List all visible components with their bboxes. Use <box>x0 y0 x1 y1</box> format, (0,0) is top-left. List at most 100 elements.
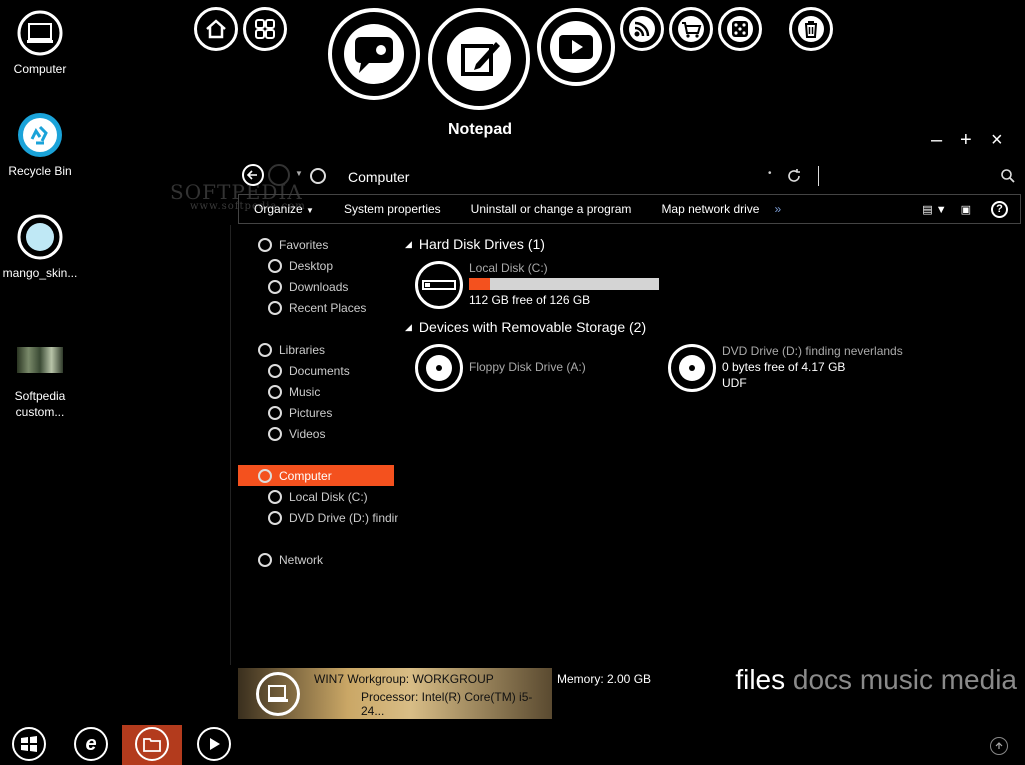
disk-usage-fill <box>469 278 490 290</box>
shop-button[interactable] <box>669 7 713 51</box>
nav-music[interactable]: Music <box>238 381 398 402</box>
address-location[interactable]: Computer <box>348 169 409 185</box>
group-header-hdd[interactable]: ◢ Hard Disk Drives (1) <box>405 236 545 252</box>
drive-floppy[interactable]: Floppy Disk Drive (A:) <box>415 344 586 392</box>
hard-disk-icon <box>415 261 463 309</box>
search-icon[interactable] <box>1000 168 1016 184</box>
chat-button[interactable] <box>328 8 420 100</box>
close-button[interactable]: × <box>991 129 1003 152</box>
dock-active-title: Notepad <box>448 121 512 138</box>
disk-icon <box>268 489 282 504</box>
system-properties-button[interactable]: System properties <box>329 202 456 216</box>
chat-icon <box>344 24 404 84</box>
videos-icon <box>268 426 282 441</box>
games-button[interactable] <box>718 7 762 51</box>
nav-dvd-drive[interactable]: DVD Drive (D:) finding neverlands <box>238 507 398 528</box>
back-button[interactable] <box>242 164 264 186</box>
media-player-button[interactable] <box>197 727 231 761</box>
explorer-taskbar-button[interactable] <box>135 727 169 761</box>
apps-icon <box>255 19 275 39</box>
dvd-icon <box>268 510 282 525</box>
rss-button[interactable] <box>620 7 664 51</box>
command-toolbar: Organize ▼ System properties Uninstall o… <box>238 194 1021 224</box>
nav-label: Desktop <box>289 258 334 273</box>
drive-local-disk[interactable]: Local Disk (C:) 112 GB free of 126 GB <box>415 261 659 309</box>
dvd-disc-icon <box>668 344 716 392</box>
play-icon <box>550 21 602 73</box>
computer-icon <box>15 8 65 58</box>
start-button[interactable] <box>12 727 46 761</box>
disk-usage-bar <box>469 278 659 290</box>
nav-network[interactable]: Network <box>238 549 398 570</box>
recycle-icon <box>15 110 65 160</box>
nav-label: Music <box>289 384 321 399</box>
internet-explorer-button[interactable]: e <box>74 727 108 761</box>
nav-label: Downloads <box>289 279 349 294</box>
desktop-icon-computer[interactable]: Computer <box>0 8 80 77</box>
uninstall-program-button[interactable]: Uninstall or change a program <box>456 202 647 216</box>
nav-downloads[interactable]: Downloads <box>238 276 398 297</box>
trash-icon <box>798 16 824 42</box>
nav-libraries[interactable]: Libraries <box>238 339 398 360</box>
nav-favorites[interactable]: Favorites <box>238 234 398 255</box>
music-icon <box>268 384 282 399</box>
nav-recent-places[interactable]: Recent Places <box>238 297 398 318</box>
video-button[interactable] <box>537 8 615 86</box>
desktop-icon-label: Recycle Bin <box>8 164 72 178</box>
minimize-button[interactable]: – <box>931 129 942 152</box>
address-bar: ▼ Computer • <box>238 161 1021 191</box>
nav-videos[interactable]: Videos <box>238 423 398 444</box>
nav-computer[interactable]: Computer <box>238 465 394 486</box>
more-commands-button[interactable]: » <box>774 202 781 216</box>
desktop-icon-recycle-bin[interactable]: Recycle Bin <box>0 110 80 179</box>
nav-label: Local Disk (C:) <box>289 489 368 504</box>
home-button[interactable] <box>194 7 238 51</box>
tray-up-button[interactable] <box>990 737 1008 755</box>
notepad-icon <box>447 27 511 91</box>
forward-button[interactable] <box>268 164 290 186</box>
nav-label: DVD Drive (D:) finding neverlands <box>289 510 398 525</box>
map-network-drive-button[interactable]: Map network drive <box>646 202 774 216</box>
apps-button[interactable] <box>243 7 287 51</box>
nav-label: Network <box>279 552 324 567</box>
history-dropdown[interactable]: ▼ <box>295 169 303 178</box>
view-options-icon[interactable]: ▤ ▼ <box>922 203 946 216</box>
computer-details-icon <box>256 672 300 716</box>
navigation-pane: Favorites Desktop Downloads Recent Place… <box>238 232 398 570</box>
notepad-button[interactable] <box>428 8 530 110</box>
collapse-triangle-icon: ◢ <box>405 238 412 249</box>
nav-pictures[interactable]: Pictures <box>238 402 398 423</box>
nav-desktop[interactable]: Desktop <box>238 255 398 276</box>
cart-icon <box>678 16 704 42</box>
maximize-button[interactable]: + <box>960 129 972 152</box>
organize-menu[interactable]: Organize ▼ <box>239 202 329 216</box>
nav-label: Recent Places <box>289 300 367 315</box>
trash-button[interactable] <box>789 7 833 51</box>
desktop-icon-mango-skin[interactable]: mango_skin... <box>0 212 80 281</box>
drive-name: Floppy Disk Drive (A:) <box>469 360 586 374</box>
nav-local-disk[interactable]: Local Disk (C:) <box>238 486 398 507</box>
group-header-removable[interactable]: ◢ Devices with Removable Storage (2) <box>405 319 646 335</box>
preview-pane-icon[interactable]: ▣ <box>961 203 971 216</box>
drive-name: Local Disk (C:) <box>469 261 548 275</box>
drive-file-system: UDF <box>722 376 747 390</box>
play-icon <box>210 738 220 750</box>
group-title: Hard Disk Drives (1) <box>418 236 545 252</box>
help-icon[interactable]: ? <box>991 200 1008 218</box>
pane-divider <box>230 225 231 665</box>
refresh-icon[interactable] <box>786 168 802 184</box>
desktop-icon-softpedia[interactable]: Softpedia custom... <box>0 335 80 420</box>
collapse-triangle-icon: ◢ <box>405 321 412 332</box>
address-dropdown-icon[interactable]: • <box>768 168 772 179</box>
computer-workgroup: WIN7 Workgroup: WORKGROUP <box>314 672 494 686</box>
nav-documents[interactable]: Documents <box>238 360 398 381</box>
desktop-icon-label: Softpedia custom... <box>14 389 66 419</box>
downloads-icon <box>268 279 282 294</box>
search-input[interactable] <box>818 166 1018 186</box>
drive-free-space: 112 GB free of 126 GB <box>469 293 591 307</box>
pictures-icon <box>268 405 282 420</box>
drive-dvd[interactable]: DVD Drive (D:) finding neverlands 0 byte… <box>668 344 903 392</box>
